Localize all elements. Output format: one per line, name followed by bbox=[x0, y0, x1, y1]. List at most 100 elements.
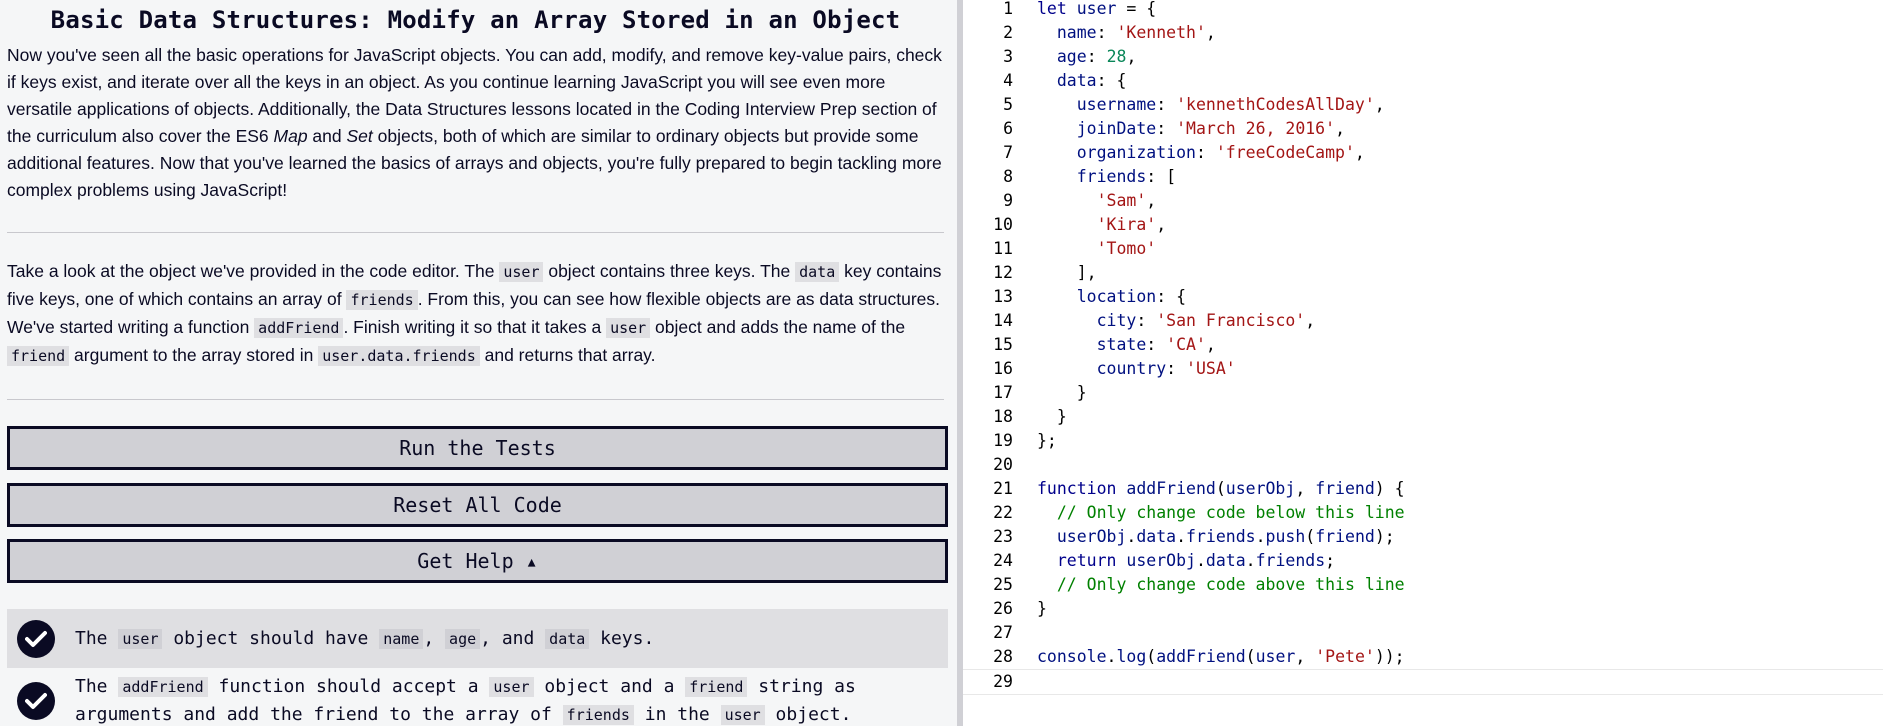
code-text[interactable]: return userObj.data.friends; bbox=[1037, 549, 1335, 573]
line-number: 22 bbox=[993, 503, 1013, 522]
code-text[interactable]: data: { bbox=[1037, 69, 1127, 93]
code-line[interactable]: 26} bbox=[963, 597, 1883, 621]
code-text[interactable]: name: 'Kenneth', bbox=[1037, 21, 1216, 45]
run-tests-button[interactable]: Run the Tests bbox=[7, 426, 948, 470]
lesson-title: Basic Data Structures: Modify an Array S… bbox=[50, 6, 901, 34]
code-line[interactable]: 20 bbox=[963, 453, 1883, 477]
code-line[interactable]: 24 return userObj.data.friends; bbox=[963, 549, 1883, 573]
line-number: 8 bbox=[1003, 167, 1013, 186]
code-text[interactable]: } bbox=[1037, 405, 1067, 429]
test-text: The user object should have name, age, a… bbox=[75, 627, 655, 649]
code-text[interactable]: city: 'San Francisco', bbox=[1037, 309, 1316, 333]
line-number: 10 bbox=[993, 215, 1013, 234]
code-line[interactable]: 16 country: 'USA' bbox=[963, 357, 1883, 381]
line-number: 21 bbox=[993, 479, 1013, 498]
code-text[interactable]: 'Sam', bbox=[1037, 189, 1157, 213]
code-line[interactable]: 18 } bbox=[963, 405, 1883, 429]
line-number: 3 bbox=[1003, 47, 1013, 66]
lesson-description: Now you've seen all the basic operations… bbox=[7, 45, 942, 200]
line-number: 5 bbox=[1003, 95, 1013, 114]
code-line[interactable]: 11 'Tomo' bbox=[963, 237, 1883, 261]
lesson-instructions: Take a look at the object we've provided… bbox=[7, 261, 942, 366]
code-text[interactable]: location: { bbox=[1037, 285, 1186, 309]
line-number: 15 bbox=[993, 335, 1013, 354]
code-line[interactable]: 13 location: { bbox=[963, 285, 1883, 309]
code-line[interactable]: 27 bbox=[963, 621, 1883, 645]
code-text[interactable]: username: 'kennethCodesAllDay', bbox=[1037, 93, 1385, 117]
code-text[interactable]: friends: [ bbox=[1037, 165, 1176, 189]
code-text[interactable]: let user = { bbox=[1037, 0, 1156, 21]
line-number: 18 bbox=[993, 407, 1013, 426]
reset-code-button[interactable]: Reset All Code bbox=[7, 483, 948, 527]
code-line[interactable]: 12 ], bbox=[963, 261, 1883, 285]
code-text[interactable]: age: 28, bbox=[1037, 45, 1137, 69]
line-number: 25 bbox=[993, 575, 1013, 594]
code-line[interactable]: 1 let user = { bbox=[963, 0, 1883, 21]
line-number: 24 bbox=[993, 551, 1013, 570]
code-line[interactable]: 6 joinDate: 'March 26, 2016', bbox=[963, 117, 1883, 141]
test-result-item: The addFriend function should accept a u… bbox=[7, 668, 948, 726]
line-number: 16 bbox=[993, 359, 1013, 378]
line-number: 2 bbox=[1003, 23, 1013, 42]
line-number: 19 bbox=[993, 431, 1013, 450]
code-line[interactable]: 15 state: 'CA', bbox=[963, 333, 1883, 357]
code-line[interactable]: 19}; bbox=[963, 429, 1883, 453]
line-number: 13 bbox=[993, 287, 1013, 306]
line-number: 1 bbox=[1003, 0, 1013, 18]
code-text[interactable]: joinDate: 'March 26, 2016', bbox=[1037, 117, 1345, 141]
line-number: 26 bbox=[993, 599, 1013, 618]
line-number: 23 bbox=[993, 527, 1013, 546]
line-number: 28 bbox=[993, 647, 1013, 666]
line-number: 14 bbox=[993, 311, 1013, 330]
code-line[interactable]: 7 organization: 'freeCodeCamp', bbox=[963, 141, 1883, 165]
line-number: 4 bbox=[1003, 71, 1013, 90]
code-line[interactable]: 22 // Only change code below this line bbox=[963, 501, 1883, 525]
code-line[interactable]: 9 'Sam', bbox=[963, 189, 1883, 213]
app-root: Basic Data Structures: Modify an Array S… bbox=[0, 0, 1883, 726]
test-text: The addFriend function should accept a u… bbox=[75, 676, 856, 725]
code-text[interactable]: organization: 'freeCodeCamp', bbox=[1037, 141, 1365, 165]
code-line[interactable]: 14 city: 'San Francisco', bbox=[963, 309, 1883, 333]
code-text[interactable]: country: 'USA' bbox=[1037, 357, 1236, 381]
code-text[interactable]: } bbox=[1037, 381, 1087, 405]
check-icon bbox=[17, 619, 55, 658]
code-editor[interactable]: 1 let user = {2 name: 'Kenneth', 3 age: 28… bbox=[963, 0, 1883, 726]
divider-line bbox=[7, 232, 944, 233]
line-number: 6 bbox=[1003, 119, 1013, 138]
code-text[interactable]: // Only change code above this line bbox=[1037, 573, 1405, 597]
get-help-button[interactable]: Get Help ▴ bbox=[7, 539, 948, 583]
code-line[interactable]: 8 friends: [ bbox=[963, 165, 1883, 189]
code-line[interactable]: 5 username: 'kennethCodesAllDay', bbox=[963, 93, 1883, 117]
code-line[interactable]: 2 name: 'Kenneth', bbox=[963, 21, 1883, 45]
line-number: 9 bbox=[1003, 191, 1013, 210]
line-number: 12 bbox=[993, 263, 1013, 282]
code-line[interactable]: 23 userObj.data.friends.push(friend); bbox=[963, 525, 1883, 549]
line-number: 11 bbox=[993, 239, 1013, 258]
line-number: 20 bbox=[993, 455, 1013, 474]
code-text[interactable]: }; bbox=[1037, 429, 1057, 453]
code-line[interactable]: 4 data: { bbox=[963, 69, 1883, 93]
code-text[interactable]: state: 'CA', bbox=[1037, 333, 1216, 357]
code-text[interactable]: ], bbox=[1037, 261, 1097, 285]
code-line[interactable]: 25 // Only change code above this line bbox=[963, 573, 1883, 597]
code-text[interactable]: } bbox=[1037, 597, 1047, 621]
line-number: 17 bbox=[993, 383, 1013, 402]
code-line[interactable]: 10 'Kira', bbox=[963, 213, 1883, 237]
code-text[interactable]: userObj.data.friends.push(friend); bbox=[1037, 525, 1395, 549]
code-line[interactable]: 29 bbox=[963, 669, 1883, 695]
check-icon bbox=[17, 682, 55, 720]
code-line[interactable]: 3 age: 28, bbox=[963, 45, 1883, 69]
code-text[interactable]: console.log(addFriend(user, 'Pete')); bbox=[1037, 645, 1405, 669]
instructions-panel: Basic Data Structures: Modify an Array S… bbox=[0, 0, 957, 726]
divider-line bbox=[7, 399, 944, 400]
line-number: 27 bbox=[993, 623, 1013, 642]
code-line[interactable]: 21 function addFriend(userObj, friend) { bbox=[963, 477, 1883, 501]
line-number: 29 bbox=[993, 672, 1013, 691]
code-line[interactable]: 28 console.log(addFriend(user, 'Pete')); bbox=[963, 645, 1883, 669]
code-line[interactable]: 17 } bbox=[963, 381, 1883, 405]
code-text[interactable]: function addFriend(userObj, friend) { bbox=[1037, 477, 1405, 501]
code-text[interactable]: // Only change code below this line bbox=[1037, 501, 1405, 525]
code-text[interactable]: 'Tomo' bbox=[1037, 237, 1157, 261]
code-text[interactable]: 'Kira', bbox=[1037, 213, 1167, 237]
test-result-item: The user object should have name, age, a… bbox=[7, 609, 948, 668]
